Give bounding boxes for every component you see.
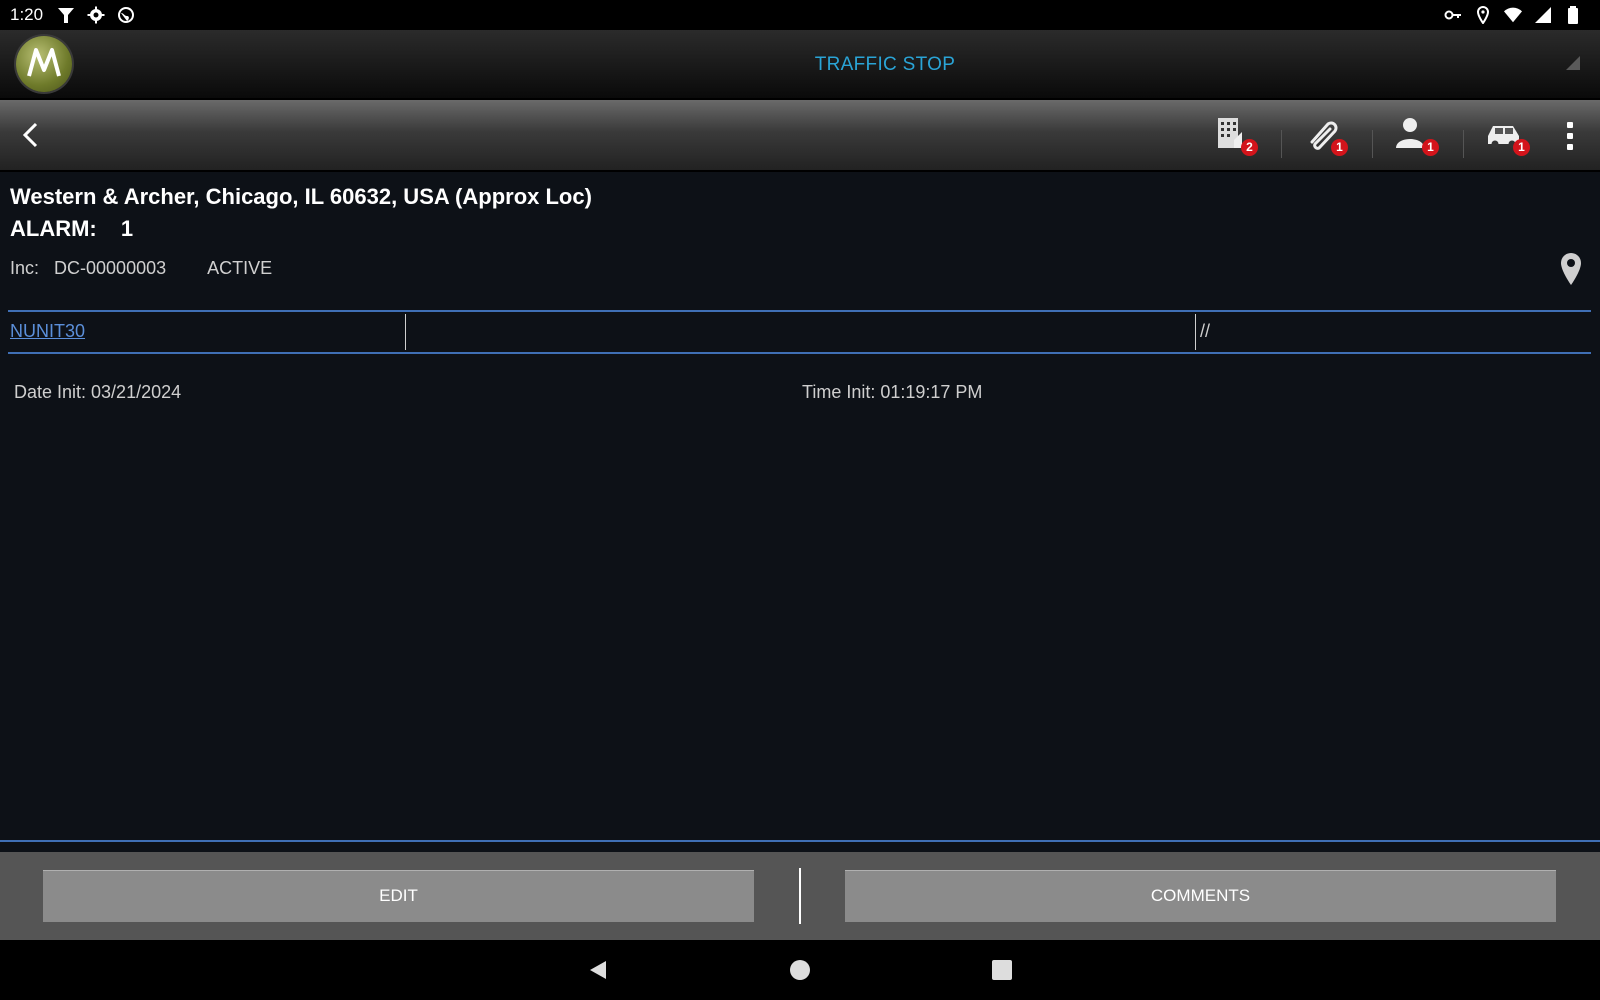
page-title: TRAFFIC STOP xyxy=(814,54,956,75)
date-init: Date Init: 03/21/2024 xyxy=(14,382,182,402)
kebab-dot xyxy=(1567,144,1573,150)
content-bottom-divider xyxy=(0,840,1600,842)
time-init: Time Init: 01:19:17 PM xyxy=(802,382,983,402)
alarm-label: ALARM: xyxy=(10,216,97,241)
alarm-value: 1 xyxy=(120,216,134,241)
unit-row-divider xyxy=(1195,314,1196,350)
incident-details: Western & Archer, Chicago, IL 60632, USA… xyxy=(0,172,1600,844)
kebab-dot xyxy=(1567,133,1573,139)
toolbar-divider xyxy=(1463,130,1464,158)
nav-home-button[interactable] xyxy=(788,958,812,982)
toolbar-divider xyxy=(1281,130,1282,158)
unit-row: NUNIT30 // xyxy=(8,310,1591,354)
vehicles-badge: 1 xyxy=(1513,139,1530,156)
attachments-badge: 1 xyxy=(1331,139,1348,156)
incident-status: ACTIVE xyxy=(207,258,273,278)
unit-link[interactable]: NUNIT30 xyxy=(10,321,85,342)
cell-signal-icon xyxy=(1534,6,1552,24)
persons-badge: 1 xyxy=(1422,139,1439,156)
vpn-key-icon xyxy=(1444,6,1462,24)
alarm-line: ALARM: 1 xyxy=(10,216,133,242)
settings-icon xyxy=(87,6,105,24)
unit-row-right: // xyxy=(1200,321,1211,341)
building-button[interactable]: 2 xyxy=(1212,114,1258,156)
inc-number: DC-00000003 xyxy=(54,258,167,278)
nav-recents-button[interactable] xyxy=(990,958,1014,982)
overflow-menu-button[interactable] xyxy=(1566,122,1574,156)
nav-back-button[interactable] xyxy=(586,958,610,982)
wifi-icon xyxy=(1504,6,1522,24)
location-icon xyxy=(1474,6,1492,24)
edit-button[interactable]: EDIT xyxy=(43,870,754,922)
action-bar: EDIT COMMENTS xyxy=(0,852,1600,940)
kebab-dot xyxy=(1567,122,1573,128)
status-bar: 1:20 xyxy=(0,0,1600,30)
map-pin-icon[interactable] xyxy=(1560,252,1582,286)
system-nav-bar xyxy=(0,940,1600,1000)
back-button[interactable] xyxy=(14,118,48,152)
globe-icon xyxy=(117,6,135,24)
action-divider xyxy=(799,868,801,924)
signal-tower-icon xyxy=(57,6,75,24)
vehicles-button[interactable]: 1 xyxy=(1484,114,1530,156)
app-header: TRAFFIC STOP xyxy=(0,30,1600,100)
status-right-icons xyxy=(1440,6,1590,24)
status-time: 1:20 xyxy=(10,5,44,24)
inc-label: Inc: xyxy=(10,258,40,278)
battery-icon xyxy=(1564,6,1582,24)
building-badge: 2 xyxy=(1241,139,1258,156)
attachments-button[interactable]: 1 xyxy=(1302,114,1348,156)
toolbar-divider xyxy=(1372,130,1373,158)
corner-triangle-icon xyxy=(1566,56,1580,70)
incident-address: Western & Archer, Chicago, IL 60632, USA… xyxy=(10,184,592,209)
unit-row-divider xyxy=(405,314,406,350)
comments-button[interactable]: COMMENTS xyxy=(845,870,1556,922)
persons-button[interactable]: 1 xyxy=(1393,114,1439,156)
toolbar: 2 1 1 1 xyxy=(0,100,1600,172)
incident-row: Inc: DC-00000003 ACTIVE xyxy=(10,258,282,279)
